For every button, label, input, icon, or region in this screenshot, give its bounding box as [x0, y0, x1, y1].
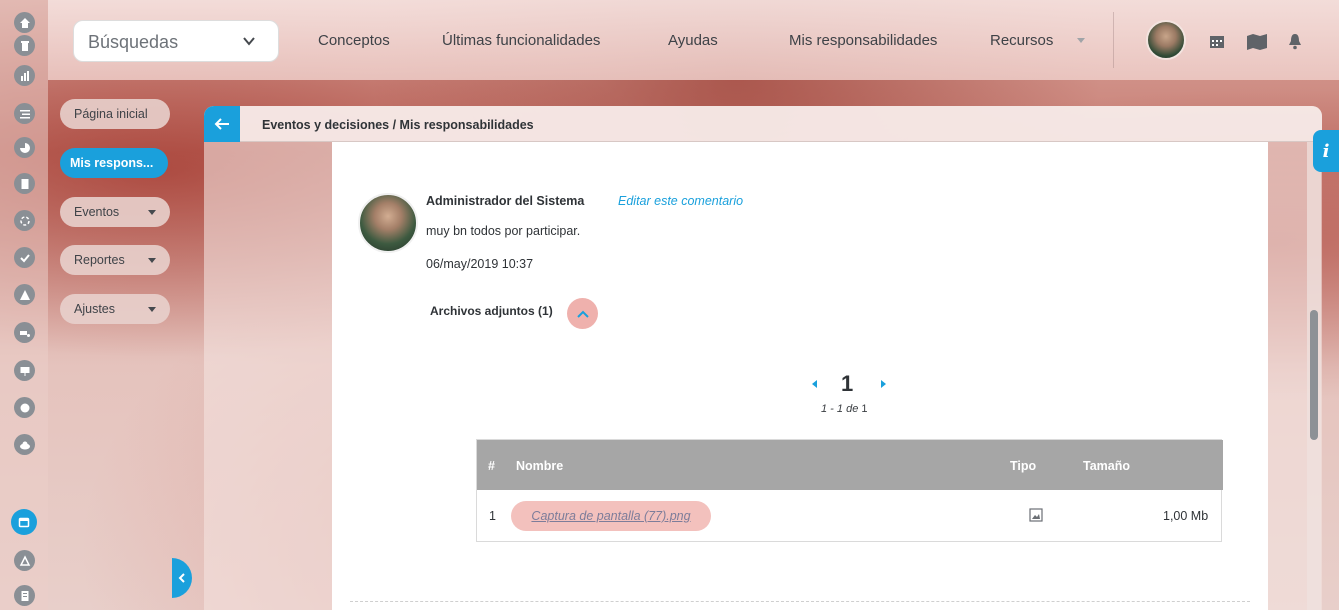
sidebar-item-pagina-inicial[interactable]: Página inicial: [60, 99, 170, 129]
chevron-up-icon: [576, 310, 589, 318]
check-icon[interactable]: [14, 247, 35, 268]
arrow-left-icon: [214, 118, 229, 130]
network-icon[interactable]: [14, 550, 35, 571]
sidebar-item-label: Eventos: [74, 205, 120, 219]
top-bar: Búsquedas Conceptos Últimas funcionalida…: [48, 0, 1339, 80]
row-index: 1: [489, 509, 496, 523]
pager-range: 1 - 1 de 1: [821, 403, 868, 415]
pager-range-total: 1: [861, 403, 868, 415]
user-avatar[interactable]: [1146, 20, 1186, 60]
collapse-sidebar-button[interactable]: [172, 558, 192, 598]
sidebar-item-eventos[interactable]: Eventos: [60, 197, 170, 227]
truck-icon[interactable]: [14, 322, 35, 343]
sidebar-item-label: Ajustes: [74, 302, 115, 316]
cycle-icon[interactable]: [14, 210, 35, 231]
attachments-table: # Nombre Tipo Tamaño 1 Captura de pantal…: [476, 439, 1223, 542]
attachments-toggle-button[interactable]: [567, 298, 598, 329]
comment-author: Administrador del Sistema: [426, 194, 585, 208]
scrollbar-thumb[interactable]: [1310, 310, 1318, 440]
comment-date: 06/may/2019 10:37: [426, 257, 534, 271]
home-icon[interactable]: [14, 12, 35, 33]
column-header-tamano[interactable]: Tamaño: [1083, 459, 1130, 473]
nav-conceptos[interactable]: Conceptos: [318, 32, 390, 49]
file-size: 1,00 Mb: [1163, 509, 1209, 523]
list-icon[interactable]: [14, 585, 35, 606]
pager-prev-icon[interactable]: [812, 380, 817, 388]
section-divider: [350, 601, 1250, 602]
sidebar-item-label: Mis respons...: [70, 156, 154, 170]
calendar-icon[interactable]: [1208, 32, 1226, 50]
topbar-divider: [1113, 12, 1114, 68]
bell-icon[interactable]: [1286, 32, 1304, 50]
pie-chart-icon[interactable]: [14, 137, 35, 158]
comment-author-avatar: [358, 193, 418, 253]
sidebar-item-ajustes[interactable]: Ajustes: [60, 294, 170, 324]
attachments-label: Archivos adjuntos (1): [430, 304, 553, 318]
nav-recursos[interactable]: Recursos: [990, 32, 1053, 49]
chevron-down-icon: [148, 210, 156, 215]
sidebar-item-label: Página inicial: [74, 107, 148, 121]
left-icon-rail: [0, 0, 48, 610]
column-header-nombre[interactable]: Nombre: [516, 459, 563, 473]
nav-ayudas[interactable]: Ayudas: [668, 32, 718, 49]
presentation-icon[interactable]: [14, 360, 35, 381]
table-header: # Nombre Tipo Tamaño: [477, 440, 1223, 490]
document-icon[interactable]: [14, 173, 35, 194]
comment-text: muy bn todos por participar.: [426, 224, 581, 238]
info-button[interactable]: i: [1313, 130, 1339, 172]
pager-current-page: 1: [841, 371, 854, 396]
chevron-down-icon: [148, 258, 156, 263]
bar-chart-icon[interactable]: [14, 65, 35, 86]
clock-icon[interactable]: [14, 397, 35, 418]
pager-next-icon[interactable]: [881, 380, 886, 388]
sidebar-item-label: Reportes: [74, 253, 125, 267]
search-dropdown[interactable]: Búsquedas: [73, 20, 279, 62]
recursos-caret-icon: [1077, 38, 1085, 43]
map-icon[interactable]: [1246, 32, 1268, 50]
pager-range-de: de: [846, 403, 859, 415]
column-header-index: #: [488, 459, 495, 473]
warning-icon[interactable]: [14, 284, 35, 305]
nav-ultimas-funcionalidades[interactable]: Últimas funcionalidades: [442, 32, 600, 49]
chevron-down-icon: [243, 37, 255, 46]
edit-comment-link[interactable]: Editar este comentario: [618, 194, 743, 208]
nav-mis-responsabilidades[interactable]: Mis responsabilidades: [789, 32, 937, 49]
search-label: Búsquedas: [88, 32, 179, 52]
back-button[interactable]: [204, 106, 240, 142]
tower-icon[interactable]: [14, 35, 35, 56]
sidebar-item-mis-responsabilidades[interactable]: Mis respons...: [60, 148, 168, 178]
image-file-icon: [1029, 508, 1043, 522]
align-lines-icon[interactable]: [14, 103, 35, 124]
calendar-events-icon[interactable]: [11, 509, 37, 535]
chevron-down-icon: [148, 307, 156, 312]
column-header-tipo[interactable]: Tipo: [1010, 459, 1036, 473]
chevron-left-icon: [178, 573, 185, 583]
table-row: 1 Captura de pantalla (77).png 1,00 Mb: [477, 490, 1223, 542]
file-name-link[interactable]: Captura de pantalla (77).png: [511, 501, 711, 531]
panel-header: Eventos y decisiones / Mis responsabilid…: [204, 106, 1322, 142]
pager-range-values: 1 - 1: [821, 403, 844, 415]
sidebar-item-reportes[interactable]: Reportes: [60, 245, 170, 275]
cloud-icon[interactable]: [14, 434, 35, 455]
breadcrumb: Eventos y decisiones / Mis responsabilid…: [262, 118, 534, 132]
